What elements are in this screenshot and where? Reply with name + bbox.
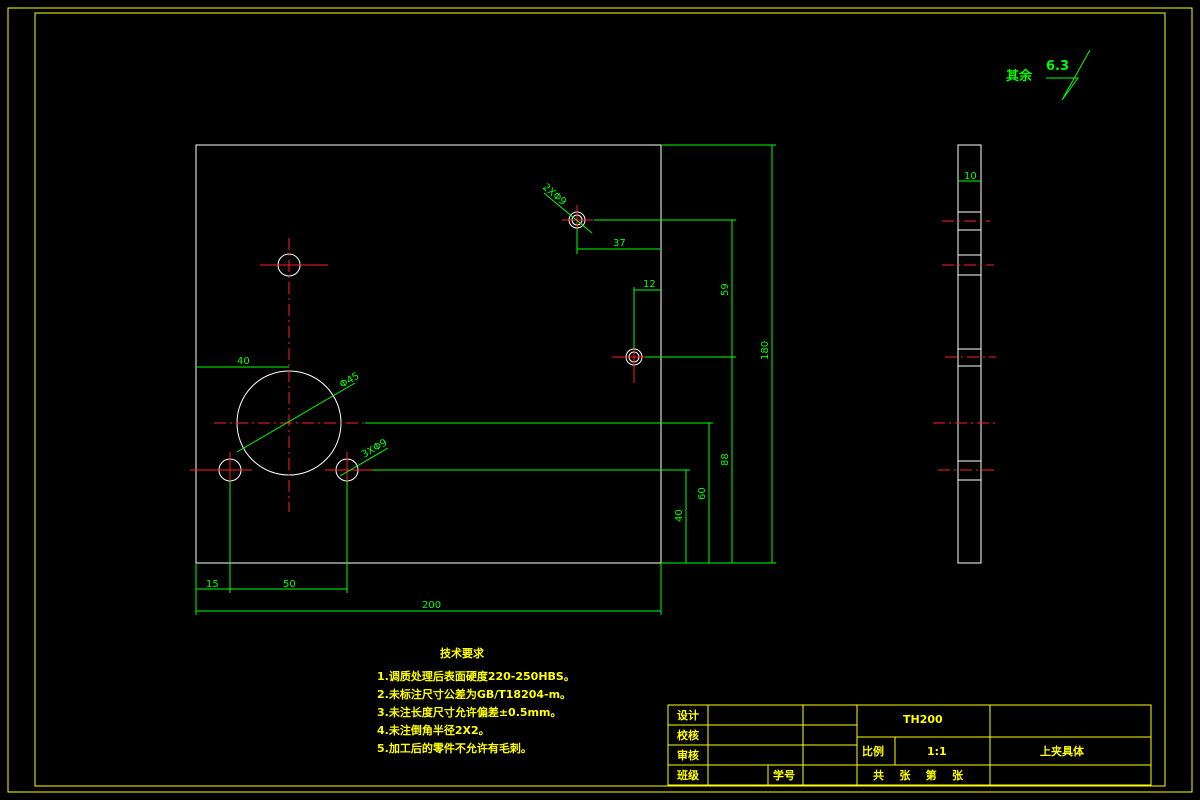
dim-2xd9-label: 2XΦ9	[540, 182, 568, 208]
title-block: 设计 校核 审核 班级 学号 TH200 比例 1:1 上夹具体 共 张 第 张	[667, 704, 1152, 786]
inner-frame	[34, 12, 1166, 787]
dim-59-label: 59	[720, 283, 731, 296]
dim-50-label: 50	[283, 579, 296, 590]
roughness-check-icon	[1046, 49, 1091, 101]
tb-design: 设计	[677, 708, 699, 722]
tech-req-item-1: 1.调质处理后表面硬度220-250HBS。	[377, 669, 575, 683]
dim-dia45-label: Φ45	[338, 371, 361, 391]
tb-review: 审核	[677, 748, 699, 762]
tb-sheets: 共 张 第 张	[873, 768, 964, 782]
dimensions: 200 15 50 40 Φ45 3XΦ9 2XΦ9 37 12 180 59 …	[195, 144, 776, 615]
tb-part-name: 上夹具体	[1040, 744, 1085, 758]
side-view: 10	[933, 144, 998, 564]
tech-req-title: 技术要求	[440, 646, 485, 660]
dim-12-label: 12	[643, 279, 656, 290]
tech-requirements: 技术要求 1.调质处理后表面硬度220-250HBS。 2.未标注尺寸公差为GB…	[377, 646, 575, 755]
tb-scale-value: 1:1	[927, 745, 947, 758]
dim-37-label: 37	[613, 238, 626, 249]
cad-drawing: 其余 6.3 200 15 50 40 Φ45 3XΦ9 2XΦ9 37 12 …	[7, 7, 1193, 793]
roughness-symbol: 其余 6.3	[1006, 49, 1091, 101]
roughness-value: 6.3	[1046, 59, 1069, 74]
dim-88-label: 88	[720, 453, 731, 466]
tb-scale-label: 比例	[862, 744, 884, 758]
roughness-label: 其余	[1006, 68, 1033, 84]
tech-req-item-3: 3.未注长度尺寸允许偏差±0.5mm。	[377, 705, 561, 719]
dim-40h-label: 40	[237, 356, 250, 367]
dim-10-label: 10	[964, 171, 977, 182]
tb-code: TH200	[903, 713, 943, 726]
outer-frame	[7, 7, 1193, 793]
dim-40v-label: 40	[674, 509, 685, 522]
dim-200-label: 200	[422, 600, 441, 611]
front-view	[190, 144, 662, 564]
tb-student-id: 学号	[773, 768, 795, 782]
tb-check: 校核	[677, 728, 699, 742]
dim-3xd9-label: 3XΦ9	[360, 437, 389, 460]
dim-180-label: 180	[760, 341, 771, 360]
tech-req-item-5: 5.加工后的零件不允许有毛刺。	[377, 741, 532, 755]
dim-60-label: 60	[697, 487, 708, 500]
tb-class: 班级	[677, 768, 700, 782]
tech-req-item-2: 2.未标注尺寸公差为GB/T18204-m。	[377, 687, 571, 701]
side-view-outline	[957, 144, 982, 564]
tech-req-item-4: 4.未注倒角半径2X2。	[377, 723, 490, 737]
plate-outline	[195, 144, 662, 564]
dim-15-label: 15	[206, 579, 219, 590]
